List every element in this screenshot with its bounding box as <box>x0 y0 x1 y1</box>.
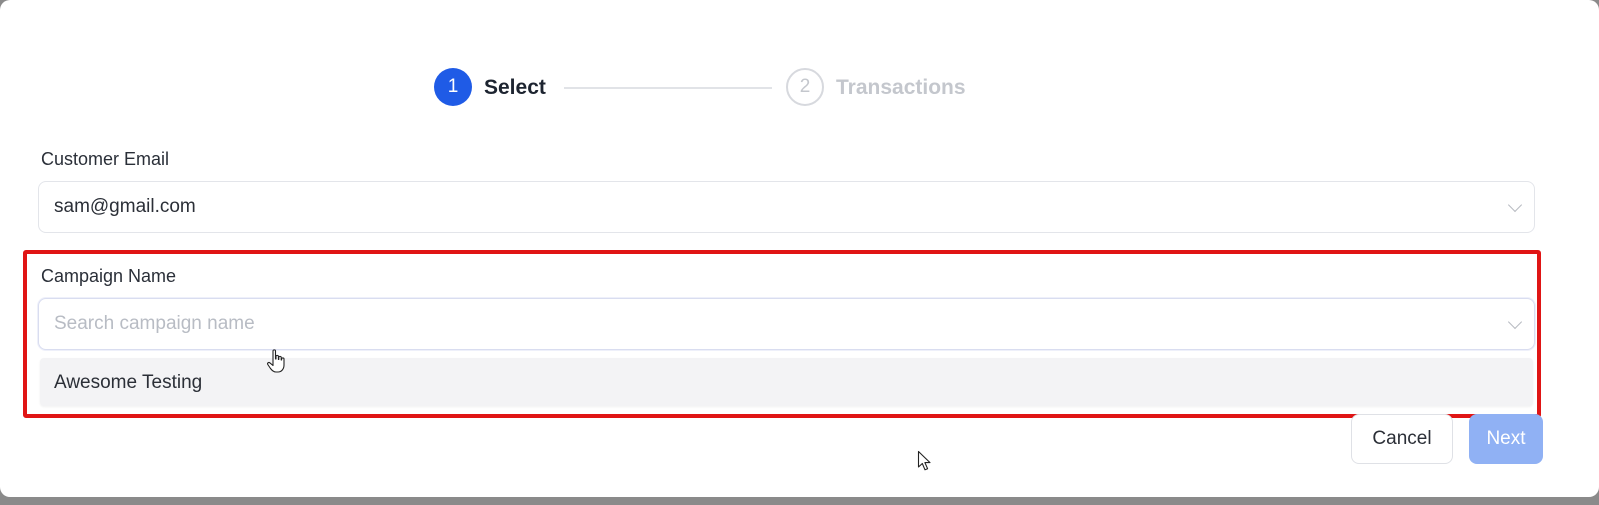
campaign-dropdown-menu: Awesome Testing <box>40 358 1533 406</box>
chevron-down-icon[interactable] <box>1507 314 1523 330</box>
campaign-name-select[interactable] <box>38 298 1535 350</box>
hand-pointer-icon <box>267 349 285 373</box>
step-2-label: Transactions <box>836 76 966 99</box>
arrow-cursor-icon <box>917 450 931 471</box>
step-1-indicator: 1 <box>434 68 472 106</box>
step-connector <box>564 87 772 89</box>
campaign-search-input[interactable] <box>54 313 1454 335</box>
customer-email-select[interactable]: sam@gmail.com <box>38 181 1535 233</box>
step-2-number: 2 <box>799 76 811 97</box>
campaign-option[interactable]: Awesome Testing <box>54 372 202 394</box>
modal-dialog: 1 Select 2 Transactions Customer Email s… <box>0 0 1599 497</box>
step-2-indicator: 2 <box>786 68 824 106</box>
step-1-number: 1 <box>447 76 459 97</box>
next-button[interactable]: Next <box>1469 414 1543 464</box>
chevron-down-icon[interactable] <box>1507 197 1523 213</box>
customer-email-value: sam@gmail.com <box>54 196 196 217</box>
campaign-name-label: Campaign Name <box>41 266 177 286</box>
step-1-label: Select <box>484 76 546 99</box>
cancel-button[interactable]: Cancel <box>1351 414 1453 464</box>
customer-email-label: Customer Email <box>41 149 170 169</box>
